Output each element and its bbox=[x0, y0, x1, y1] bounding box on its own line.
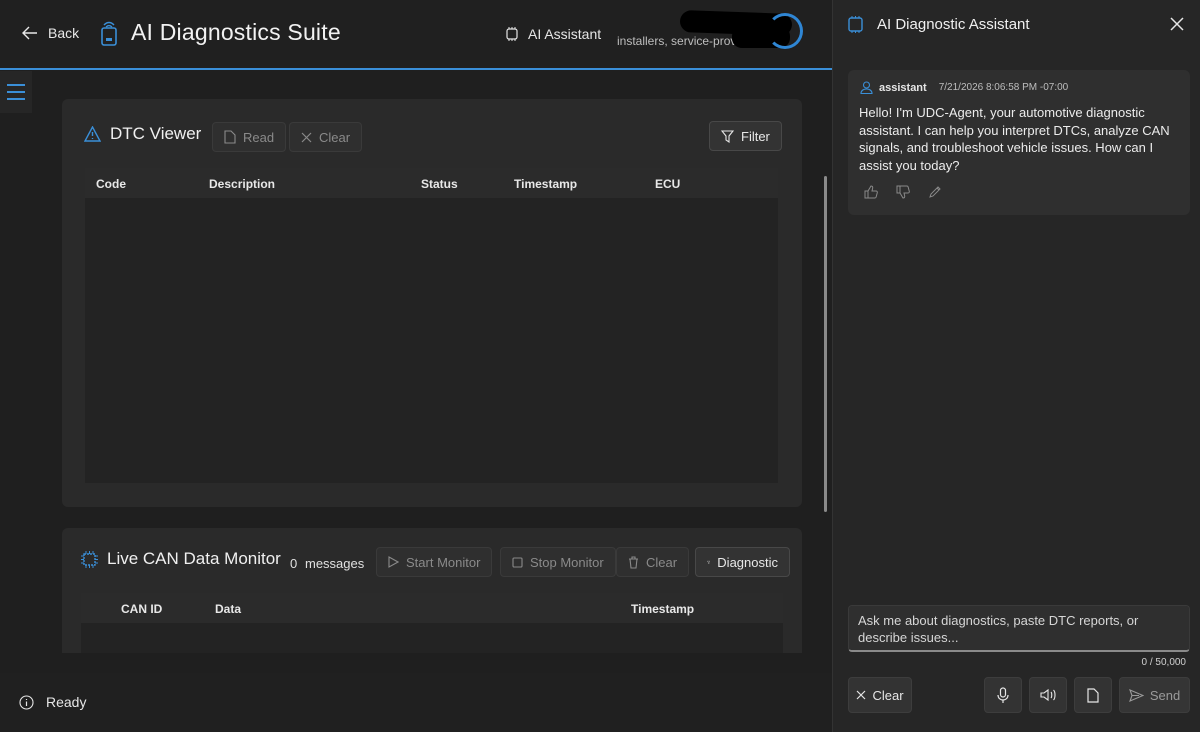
dtc-table-header: Code Description Status Timestamp ECU bbox=[85, 168, 778, 198]
app-title: AI Diagnostics Suite bbox=[131, 19, 341, 45]
thumbs-up-icon[interactable] bbox=[864, 185, 878, 199]
col-can-id[interactable]: CAN ID bbox=[121, 602, 162, 616]
message-header: assistant 7/21/2026 8:06:58 PM -07:00 bbox=[860, 81, 1068, 94]
send-label: Send bbox=[1149, 687, 1181, 703]
pencil-icon[interactable] bbox=[928, 185, 942, 199]
dtc-table: Code Description Status Timestamp ECU bbox=[85, 168, 778, 483]
filter-icon bbox=[721, 129, 734, 143]
col-description[interactable]: Description bbox=[209, 177, 275, 191]
chip-icon bbox=[848, 16, 863, 33]
diagnostics-button[interactable]: Diagnostic bbox=[695, 547, 790, 577]
back-label: Back bbox=[48, 25, 80, 41]
message-count-label: messages bbox=[305, 556, 365, 571]
ai-assistant-button[interactable]: AI Assistant bbox=[505, 24, 601, 44]
message-role: assistant bbox=[879, 81, 927, 94]
chip-icon bbox=[81, 550, 98, 568]
can-title: Live CAN Data Monitor bbox=[81, 549, 281, 569]
message-count: 0 bbox=[290, 556, 298, 571]
send-icon bbox=[1128, 688, 1144, 702]
char-count: 0 / 50,000 bbox=[1141, 657, 1186, 668]
message-timestamp: 7/21/2026 8:06:58 PM -07:00 bbox=[938, 82, 1069, 93]
microphone-button[interactable] bbox=[984, 677, 1022, 713]
dtc-viewer-card: DTC Viewer Read Clear Filter Code Descri… bbox=[62, 99, 802, 507]
col-status[interactable]: Status bbox=[421, 177, 458, 191]
dtc-clear-button[interactable]: Clear bbox=[289, 122, 363, 152]
col-ecu[interactable]: ECU bbox=[655, 177, 680, 191]
play-icon bbox=[388, 556, 399, 568]
stop-icon bbox=[512, 556, 523, 568]
filter-icon bbox=[707, 560, 711, 564]
document-icon bbox=[224, 130, 236, 144]
menu-toggle-button[interactable] bbox=[0, 71, 32, 113]
col-timestamp[interactable]: Timestamp bbox=[514, 177, 577, 191]
back-arrow-icon bbox=[22, 26, 37, 40]
stop-monitor-button[interactable]: Stop Monitor bbox=[500, 547, 616, 577]
warning-icon bbox=[84, 126, 101, 142]
col-can-timestamp[interactable]: Timestamp bbox=[631, 602, 694, 616]
can-clear-label: Clear bbox=[646, 554, 678, 570]
message-actions bbox=[864, 185, 942, 199]
attach-document-button[interactable] bbox=[1074, 677, 1112, 713]
header-bar: Back AI Diagnostics Suite AI Assistant i… bbox=[0, 0, 832, 70]
chat-clear-label: Clear bbox=[872, 687, 904, 703]
close-icon[interactable] bbox=[1168, 15, 1186, 33]
can-table: CAN ID Data Timestamp bbox=[81, 593, 783, 653]
speaker-button[interactable] bbox=[1029, 677, 1067, 713]
trash-icon bbox=[629, 555, 638, 569]
filter-button[interactable]: Filter bbox=[709, 121, 782, 151]
can-clear-button[interactable]: Clear bbox=[616, 547, 690, 577]
thumbs-down-icon[interactable] bbox=[896, 185, 910, 199]
close-icon bbox=[857, 690, 866, 700]
dtc-title-text: DTC Viewer bbox=[110, 124, 202, 143]
ai-assistant-label: AI Assistant bbox=[528, 26, 602, 42]
read-button[interactable]: Read bbox=[212, 122, 287, 152]
speaker-icon bbox=[1039, 688, 1056, 702]
can-monitor-card: Live CAN Data Monitor 0 messages Start M… bbox=[62, 528, 802, 653]
hamburger-line bbox=[7, 91, 25, 93]
col-data[interactable]: Data bbox=[215, 602, 241, 616]
assistant-message: assistant 7/21/2026 8:06:58 PM -07:00 He… bbox=[848, 70, 1190, 215]
filter-label: Filter bbox=[741, 128, 770, 144]
read-label: Read bbox=[243, 129, 275, 145]
back-button[interactable]: Back bbox=[22, 22, 79, 44]
hamburger-icon bbox=[7, 84, 25, 86]
chat-input[interactable] bbox=[848, 605, 1190, 652]
diagnostics-label: Diagnostic bbox=[717, 554, 778, 570]
status-bar: Ready bbox=[0, 673, 832, 732]
can-title-text: Live CAN Data Monitor bbox=[107, 549, 281, 568]
person-icon bbox=[860, 81, 873, 94]
app-device-icon bbox=[101, 21, 117, 46]
scrollbar-thumb[interactable] bbox=[824, 176, 827, 512]
avatar[interactable] bbox=[767, 13, 803, 49]
microphone-icon bbox=[997, 686, 1009, 703]
document-icon bbox=[1087, 687, 1099, 703]
close-icon bbox=[301, 132, 312, 142]
start-monitor-label: Start Monitor bbox=[406, 554, 481, 570]
message-text: Hello! I'm UDC-Agent, your automotive di… bbox=[859, 105, 1170, 173]
assistant-panel: AI Diagnostic Assistant assistant 7/21/2… bbox=[832, 0, 1200, 732]
start-monitor-button[interactable]: Start Monitor bbox=[376, 547, 493, 577]
dtc-title: DTC Viewer bbox=[84, 124, 201, 144]
can-table-header: CAN ID Data Timestamp bbox=[81, 593, 783, 623]
assistant-title: AI Diagnostic Assistant bbox=[847, 16, 1030, 33]
main-area: Back AI Diagnostics Suite AI Assistant i… bbox=[0, 0, 832, 732]
stop-monitor-label: Stop Monitor bbox=[530, 554, 604, 570]
assistant-title-text: AI Diagnostic Assistant bbox=[877, 16, 1030, 33]
hamburger-line bbox=[7, 98, 25, 100]
col-code[interactable]: Code bbox=[96, 177, 126, 191]
status-indicator: Ready bbox=[19, 694, 86, 710]
chip-icon bbox=[506, 27, 518, 41]
status-text: Ready bbox=[46, 694, 87, 710]
send-button[interactable]: Send bbox=[1119, 677, 1190, 713]
info-icon bbox=[19, 694, 34, 710]
chat-clear-button[interactable]: Clear bbox=[848, 677, 912, 713]
dtc-clear-label: Clear bbox=[319, 129, 351, 145]
